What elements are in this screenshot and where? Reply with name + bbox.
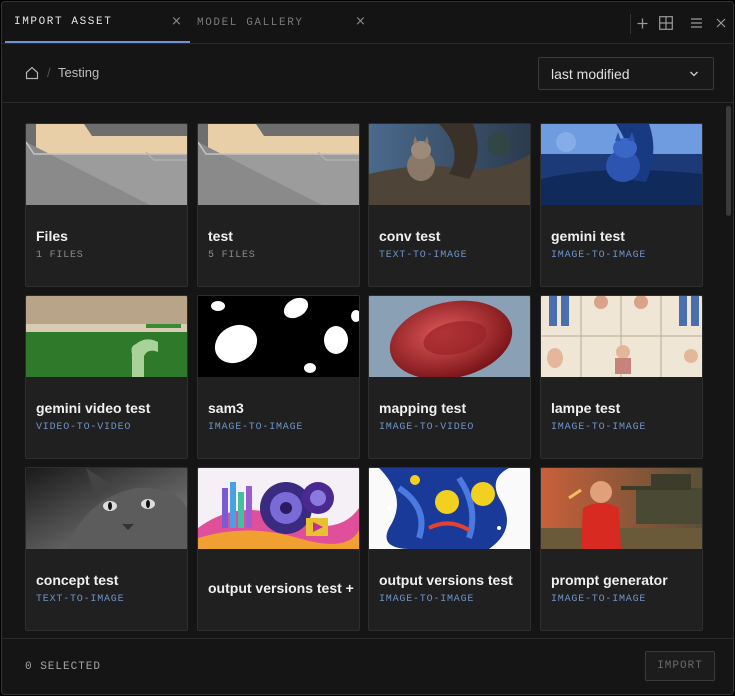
card-subtitle: IMAGE-TO-VIDEO [379,422,475,433]
grid-layout-icon[interactable] [657,14,675,32]
card-subtitle: TEXT-TO-IMAGE [379,250,468,261]
asset-card[interactable]: gemini test IMAGE-TO-IMAGE [540,123,703,287]
thumbnail-image [541,124,702,205]
asset-card[interactable]: gemini video test VIDEO-TO-VIDEO [25,295,188,459]
card-subtitle: VIDEO-TO-VIDEO [36,422,132,433]
divider [630,14,631,34]
home-icon[interactable] [25,66,39,80]
thumbnail-image [26,296,187,377]
card-subtitle: IMAGE-TO-IMAGE [208,422,304,433]
tab-import-asset[interactable]: IMPORT ASSET × [5,2,190,43]
thumbnail-image [198,468,359,549]
card-subtitle: IMAGE-TO-IMAGE [551,250,647,261]
card-title: concept test [36,572,119,588]
thumbnail-image [26,468,187,549]
folder-icon [26,124,187,205]
card-title: lampe test [551,400,621,416]
card-title: output versions test + [208,580,354,596]
folder-icon [198,124,359,205]
thumbnail-image [541,468,702,549]
close-icon[interactable] [712,14,730,32]
selected-count: 0 SELECTED [25,661,102,673]
folder-card-files[interactable]: Files 1 FILES [25,123,188,287]
card-title: prompt generator [551,572,668,588]
sort-dropdown[interactable]: last modified [538,57,714,90]
tab-label: IMPORT ASSET [14,15,113,28]
card-title: Files [36,228,68,244]
plus-icon[interactable] [633,14,651,32]
card-subtitle: IMAGE-TO-IMAGE [379,594,475,605]
card-subtitle: 1 FILES [36,250,84,261]
asset-card[interactable]: mapping test IMAGE-TO-VIDEO [368,295,531,459]
thumbnail-image [369,468,530,549]
card-title: test [208,228,233,244]
card-subtitle: IMAGE-TO-IMAGE [551,422,647,433]
footer: 0 SELECTED IMPORT [2,638,733,694]
thumbnail-image [198,296,359,377]
sort-value: last modified [551,66,630,82]
asset-card[interactable]: output versions test + [197,467,360,631]
asset-grid: Files 1 FILES test 5 FILES conv test TEX… [2,103,733,638]
breadcrumb-separator: / [47,65,51,80]
tab-model-gallery[interactable]: MODEL GALLERY × [190,2,370,43]
card-title: sam3 [208,400,244,416]
asset-card[interactable]: sam3 IMAGE-TO-IMAGE [197,295,360,459]
card-subtitle: IMAGE-TO-IMAGE [551,594,647,605]
close-icon[interactable]: × [171,15,182,29]
card-title: mapping test [379,400,467,416]
breadcrumb-header: / Testing last modified [2,44,733,103]
card-subtitle: TEXT-TO-IMAGE [36,594,125,605]
asset-card[interactable]: concept test TEXT-TO-IMAGE [25,467,188,631]
thumbnail-image [541,296,702,377]
asset-card[interactable]: lampe test IMAGE-TO-IMAGE [540,295,703,459]
card-subtitle: 5 FILES [208,250,256,261]
scrollbar[interactable] [726,106,731,216]
card-title: conv test [379,228,441,244]
asset-card[interactable]: output versions test IMAGE-TO-IMAGE [368,467,531,631]
card-title: output versions test [379,572,513,588]
thumbnail-image [369,124,530,205]
tab-bar: IMPORT ASSET × MODEL GALLERY × [2,2,733,44]
import-button[interactable]: IMPORT [645,651,715,681]
card-title: gemini test [551,228,625,244]
asset-card[interactable]: prompt generator IMAGE-TO-IMAGE [540,467,703,631]
card-title: gemini video test [36,400,151,416]
menu-icon[interactable] [687,14,705,32]
breadcrumb-current[interactable]: Testing [58,65,99,80]
folder-card-test[interactable]: test 5 FILES [197,123,360,287]
thumbnail-image [369,296,530,377]
close-icon[interactable]: × [355,15,366,29]
asset-card[interactable]: conv test TEXT-TO-IMAGE [368,123,531,287]
chevron-down-icon [690,71,698,77]
import-asset-panel: IMPORT ASSET × MODEL GALLERY × / Testing… [1,1,734,695]
tab-label: MODEL GALLERY [197,16,304,29]
